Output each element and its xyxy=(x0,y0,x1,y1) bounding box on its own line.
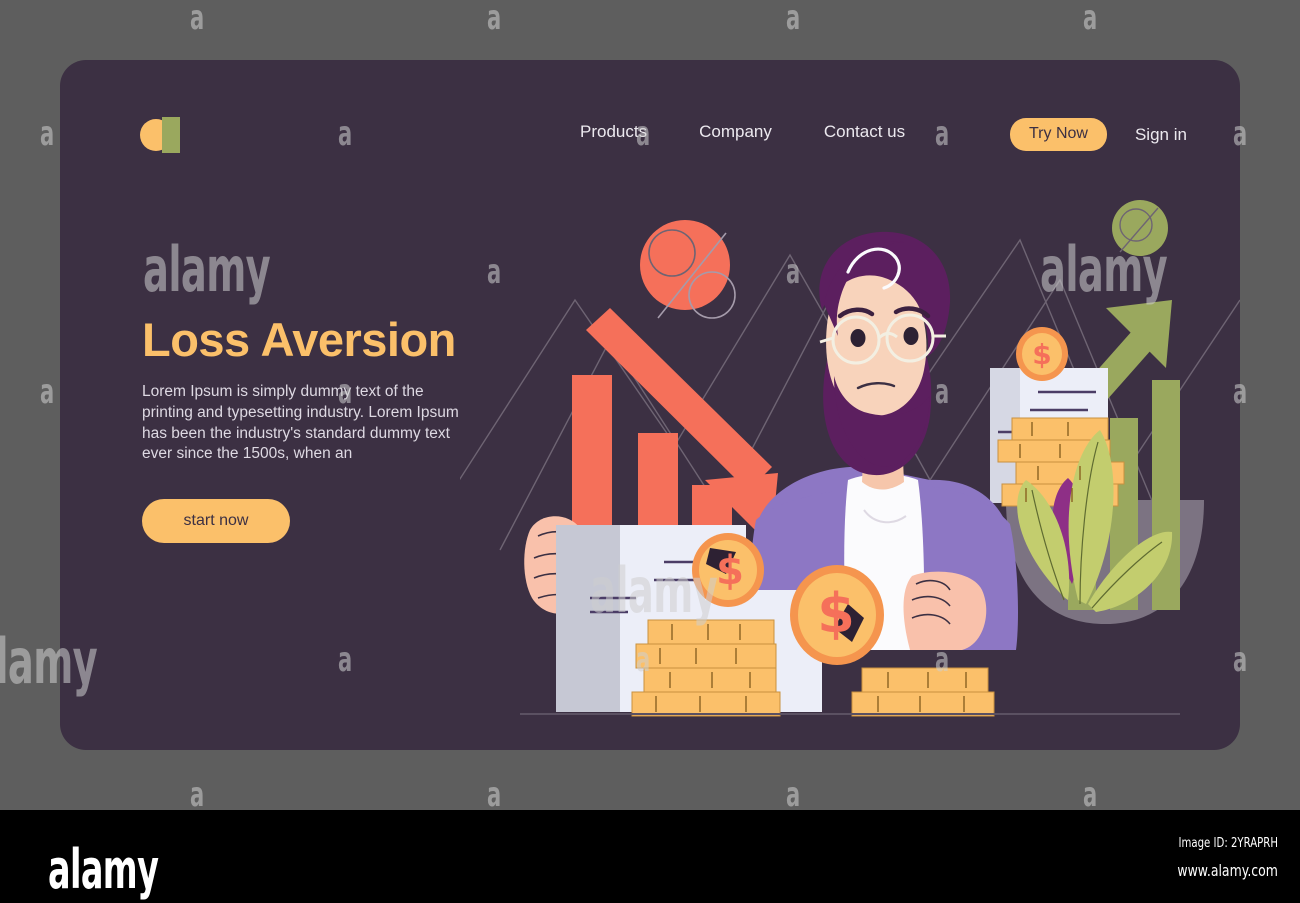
down-arrow-icon xyxy=(586,308,778,546)
dollar-coin-right: $ xyxy=(1016,327,1068,381)
alamy-logo: alamy xyxy=(48,838,159,901)
green-coin-circle xyxy=(1112,200,1168,256)
svg-text:$: $ xyxy=(716,548,744,594)
logo-rect-icon xyxy=(162,117,180,153)
hero-illustration: $ $ $ xyxy=(460,180,1240,750)
brand-logo[interactable] xyxy=(140,117,182,153)
dollar-coin-small: $ xyxy=(692,533,764,607)
landing-page-card: Products Company Contact us Try Now Sign… xyxy=(60,60,1240,750)
nav-link-contact-us[interactable]: Contact us xyxy=(824,122,905,142)
try-now-button[interactable]: Try Now xyxy=(1010,118,1107,151)
stock-image-canvas: Products Company Contact us Try Now Sign… xyxy=(0,0,1300,810)
sign-in-link[interactable]: Sign in xyxy=(1135,125,1187,145)
nav-link-products[interactable]: Products xyxy=(580,122,647,142)
nav-link-company[interactable]: Company xyxy=(699,122,772,142)
alamy-footer-bar: alamy Image ID: 2YRAPRH www.alamy.com xyxy=(0,810,1300,903)
svg-text:$: $ xyxy=(817,582,855,645)
svg-text:$: $ xyxy=(1032,338,1051,371)
image-id-label: Image ID: 2YRAPRH xyxy=(1178,836,1278,851)
hero-description: Lorem Ipsum is simply dummy text of the … xyxy=(142,383,459,463)
page-title: Loss Aversion xyxy=(142,313,456,366)
right-hand xyxy=(903,571,987,650)
nav-links: Products Company Contact us xyxy=(580,122,905,142)
alamy-url-label: www.alamy.com xyxy=(1177,861,1278,880)
gold-coin-stack-center xyxy=(631,619,781,717)
nav-actions: Try Now Sign in xyxy=(1010,118,1187,151)
hero-copy: Loss Aversion Lorem Ipsum is simply dumm… xyxy=(142,315,512,543)
gold-coin-stack-right-front xyxy=(851,667,995,717)
percent-badge-circle xyxy=(640,220,736,319)
footer-meta: Image ID: 2YRAPRH www.alamy.com xyxy=(1149,836,1278,880)
navbar: Products Company Contact us Try Now Sign… xyxy=(60,60,1240,180)
dollar-coin-large: $ xyxy=(790,565,884,665)
start-now-button[interactable]: start now xyxy=(142,498,290,543)
